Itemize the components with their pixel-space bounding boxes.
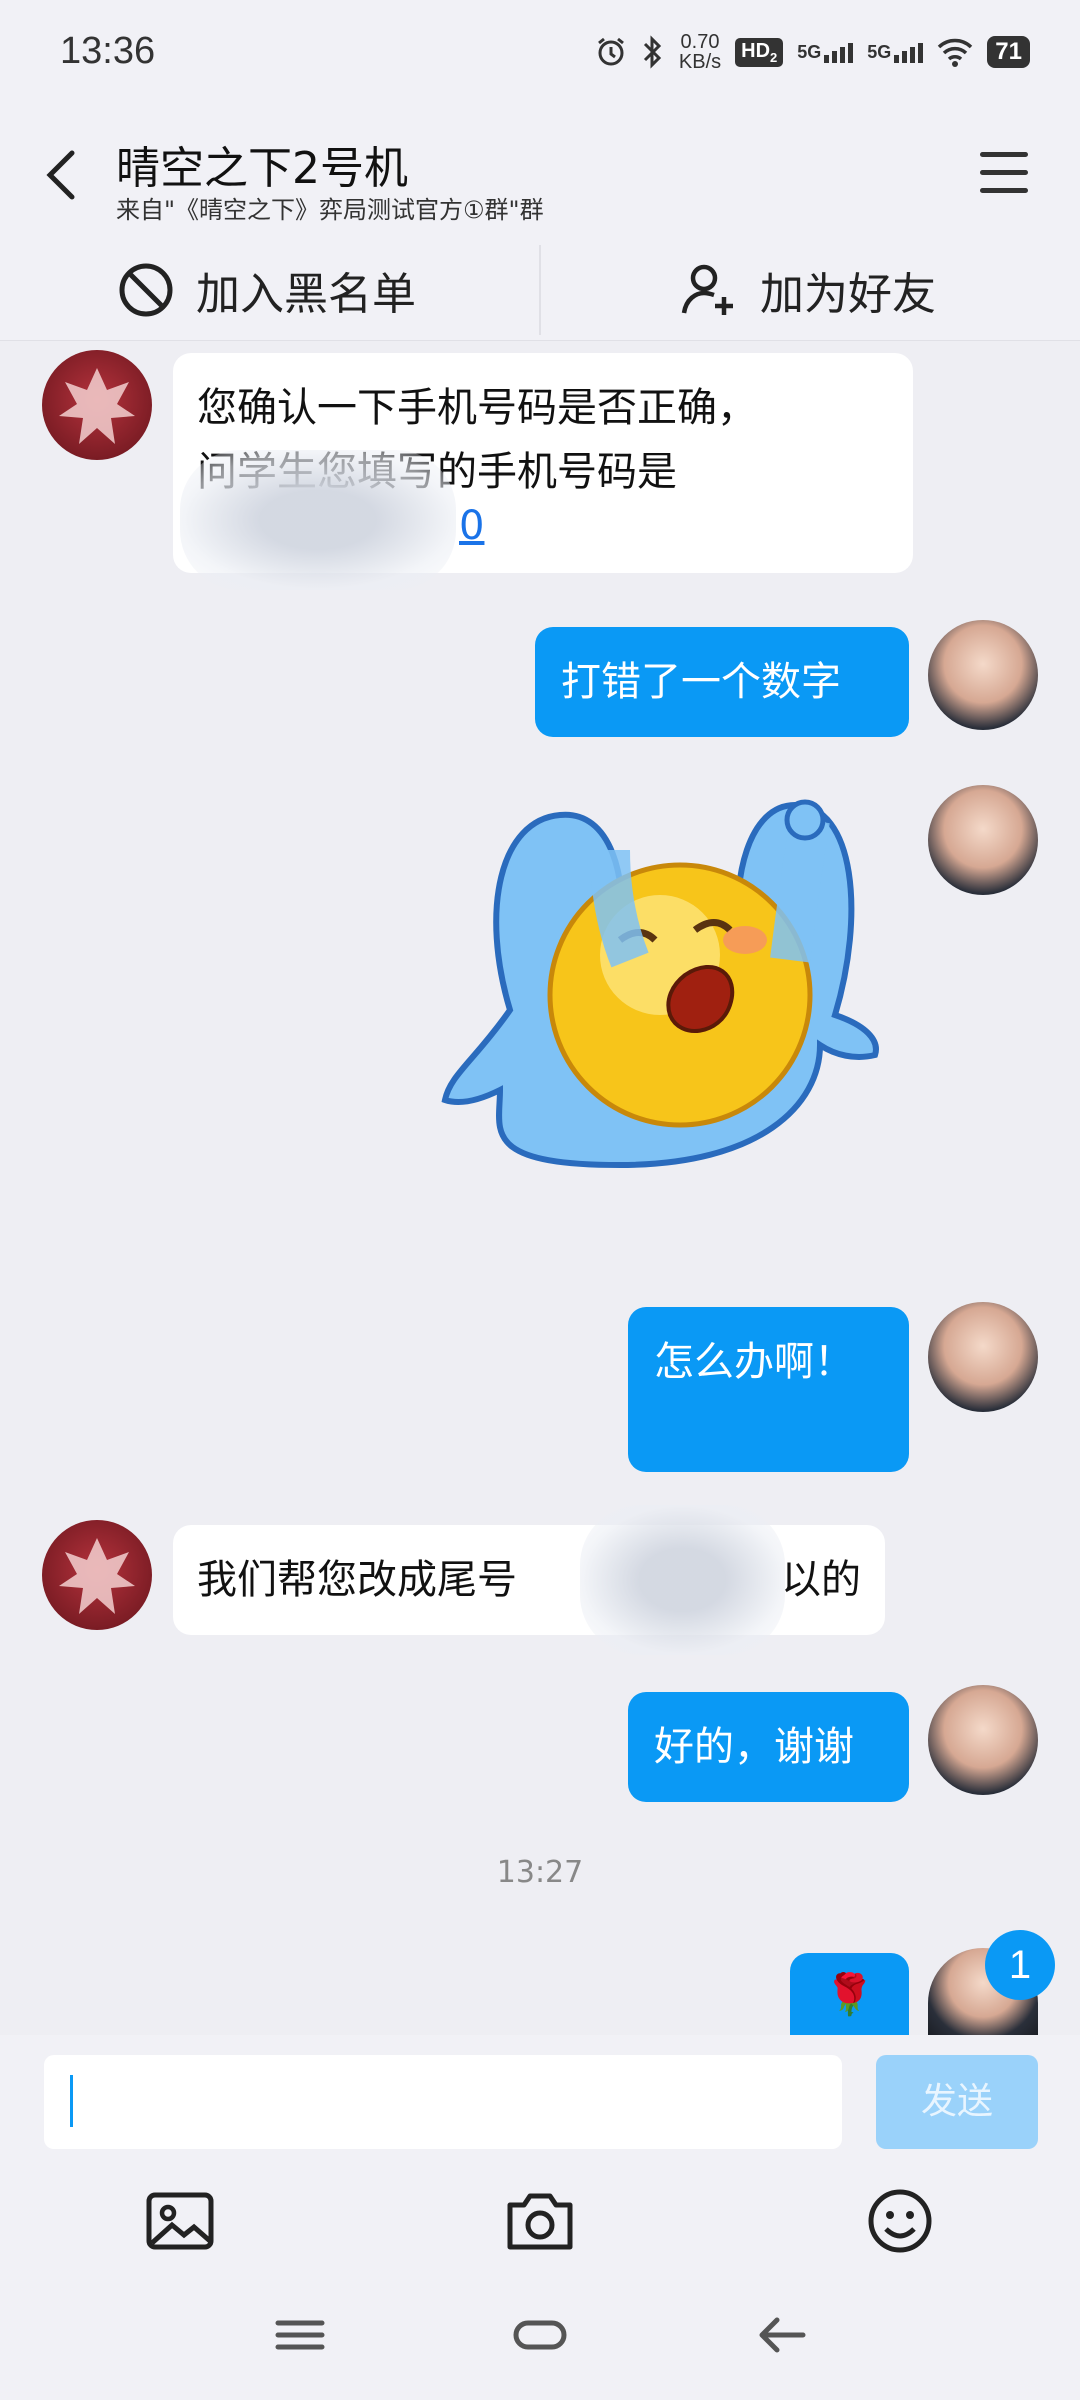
emoji-icon[interactable] (864, 2185, 936, 2257)
message-bubble-outgoing[interactable]: 打错了一个数字 (535, 627, 909, 737)
message-bubble-outgoing[interactable]: 🌹 (790, 1953, 909, 2035)
signal-sim2-icon: 5G (867, 42, 924, 63)
avatar[interactable] (928, 1302, 1038, 1412)
bluetooth-icon (643, 35, 662, 69)
add-friend-icon (681, 264, 733, 315)
status-icons: 0.70 KB/s HD2 5G 5G 71 (595, 32, 1030, 72)
action-divider (539, 245, 541, 335)
rose-emoji: 🌹 (824, 1972, 875, 2018)
home-nav-icon[interactable] (513, 2305, 567, 2365)
camera-icon[interactable] (504, 2185, 576, 2257)
chat-subtitle: 来自"《晴空之下》弈局测试官方①群"群 (116, 196, 544, 224)
back-arrow-icon[interactable] (38, 145, 88, 205)
blacklist-label: 加入黑名单 (196, 269, 416, 320)
message-text: 打错了一个数字 (561, 659, 841, 705)
avatar[interactable] (42, 350, 152, 460)
image-icon[interactable] (144, 2185, 216, 2257)
wifi-icon (938, 38, 973, 67)
message-text: 怎么办啊！ (654, 1339, 854, 1385)
hd-icon: HD2 (735, 37, 784, 67)
message-text: 您确认一下手机号码是否正确， (197, 385, 757, 431)
avatar[interactable] (42, 1520, 152, 1630)
dragon-emblem-icon (59, 1538, 135, 1614)
message-text: 好的，谢谢 (654, 1724, 854, 1770)
message-timestamp: 13:27 (496, 1855, 584, 1890)
battery-icon: 71 (987, 36, 1030, 68)
message-bubble-outgoing[interactable]: 好的，谢谢 (628, 1692, 909, 1802)
avatar[interactable] (928, 785, 1038, 895)
recents-nav-icon[interactable] (275, 2305, 325, 2365)
signal-sim1-icon: 5G (797, 42, 854, 63)
status-time: 13:36 (60, 30, 156, 72)
phone-link[interactable]: 0 (459, 503, 484, 549)
message-text: 我们帮您改成尾号 (197, 1557, 517, 1603)
alarm-icon (597, 37, 624, 66)
net-speed: 0.70 KB/s (678, 31, 722, 73)
avatar[interactable] (928, 1685, 1038, 1795)
message-input[interactable] (44, 2055, 842, 2149)
add-friend-label: 加为好友 (760, 269, 936, 320)
block-icon (119, 263, 173, 317)
avatar[interactable] (928, 620, 1038, 730)
message-text: 以的 (781, 1557, 861, 1603)
add-friend-button[interactable]: 加为好友 (680, 240, 936, 340)
dragon-emblem-icon (59, 368, 135, 444)
privacy-blur (180, 450, 456, 590)
text-caret (70, 2075, 73, 2127)
send-button[interactable]: 发送 (876, 2055, 1038, 2149)
unread-badge[interactable]: 1 (985, 1930, 1055, 2000)
crying-emoji-sticker[interactable] (440, 790, 900, 1230)
add-to-blacklist-button[interactable]: 加入黑名单 (118, 240, 416, 340)
back-nav-icon[interactable] (755, 2305, 809, 2365)
menu-icon[interactable] (980, 152, 1028, 194)
message-bubble-outgoing[interactable]: 怎么办啊！ (628, 1307, 909, 1472)
privacy-blur (580, 1505, 785, 1655)
chat-title: 晴空之下2号机 (116, 143, 408, 194)
